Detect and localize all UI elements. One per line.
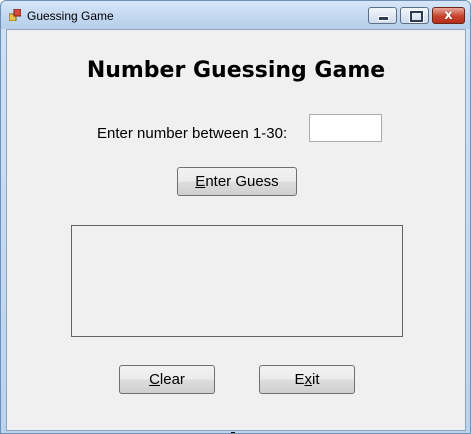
minimize-button[interactable] bbox=[368, 7, 397, 24]
form-client-area: Number Guessing Game Enter number betwee… bbox=[6, 29, 466, 431]
maximize-button[interactable] bbox=[400, 7, 429, 24]
clear-mnemonic: C bbox=[149, 371, 160, 388]
maximize-icon bbox=[409, 10, 424, 23]
app-window: Guessing Game x Number Guessing Game Ent… bbox=[0, 0, 471, 434]
exit-label-start: E bbox=[294, 371, 305, 388]
close-icon: x bbox=[444, 8, 453, 23]
enter-guess-label: nter Guess bbox=[205, 173, 279, 190]
enter-guess-button[interactable]: Enter Guess bbox=[177, 167, 297, 196]
clear-label: lear bbox=[159, 371, 185, 388]
page-title: Number Guessing Game bbox=[86, 58, 386, 83]
close-button[interactable]: x bbox=[432, 7, 465, 24]
app-icon bbox=[9, 9, 21, 21]
exit-button[interactable]: Exit bbox=[259, 365, 355, 394]
enter-guess-mnemonic: E bbox=[195, 173, 206, 190]
exit-mnemonic: x bbox=[304, 371, 313, 388]
exit-label-end: it bbox=[312, 371, 320, 388]
title-bar[interactable]: Guessing Game x bbox=[1, 1, 470, 29]
minimize-icon bbox=[378, 16, 389, 21]
guess-prompt-label: Enter number between 1-30: bbox=[97, 125, 288, 142]
guess-input[interactable] bbox=[309, 114, 382, 142]
result-output-box bbox=[71, 225, 403, 337]
clear-button[interactable]: Clear bbox=[119, 365, 215, 394]
window-title: Guessing Game bbox=[27, 9, 114, 23]
